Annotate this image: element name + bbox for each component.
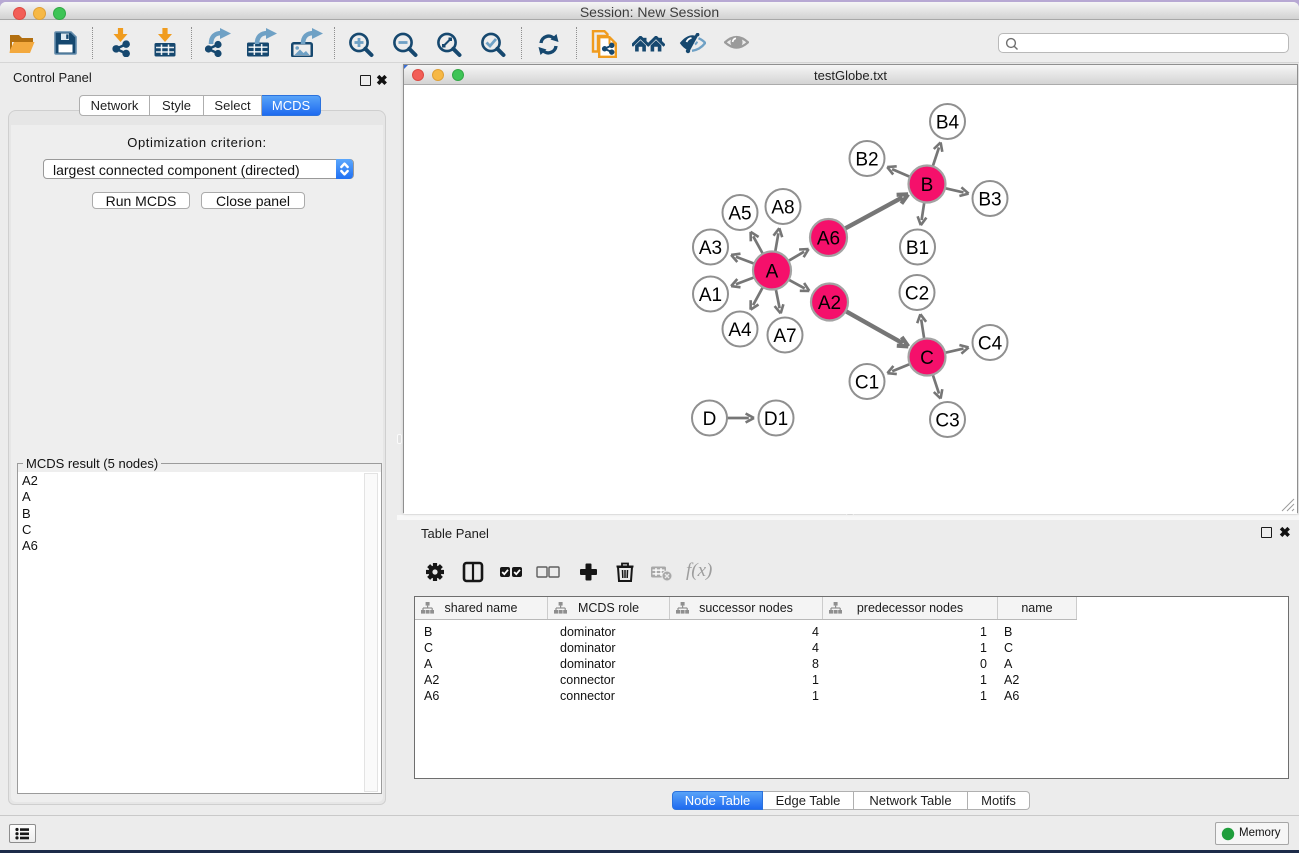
svg-text:C3: C3 bbox=[935, 410, 959, 431]
svg-text:C1: C1 bbox=[855, 372, 879, 393]
svg-text:A8: A8 bbox=[771, 197, 794, 218]
svg-text:D1: D1 bbox=[764, 409, 788, 430]
svg-text:A1: A1 bbox=[699, 285, 722, 306]
svg-text:A2: A2 bbox=[818, 293, 841, 314]
svg-text:A7: A7 bbox=[773, 326, 796, 347]
svg-text:A6: A6 bbox=[817, 228, 840, 249]
svg-text:C2: C2 bbox=[905, 283, 929, 304]
svg-text:A: A bbox=[766, 261, 779, 282]
svg-text:C4: C4 bbox=[978, 333, 1003, 354]
svg-text:B1: B1 bbox=[906, 238, 929, 259]
svg-text:B: B bbox=[921, 175, 934, 196]
svg-text:D: D bbox=[703, 409, 717, 430]
svg-text:B3: B3 bbox=[978, 189, 1001, 210]
svg-text:B4: B4 bbox=[936, 112, 960, 133]
svg-text:B2: B2 bbox=[855, 149, 878, 170]
svg-text:A4: A4 bbox=[728, 320, 752, 341]
svg-text:A3: A3 bbox=[699, 238, 722, 259]
svg-text:A5: A5 bbox=[728, 203, 751, 224]
svg-text:C: C bbox=[920, 348, 934, 369]
